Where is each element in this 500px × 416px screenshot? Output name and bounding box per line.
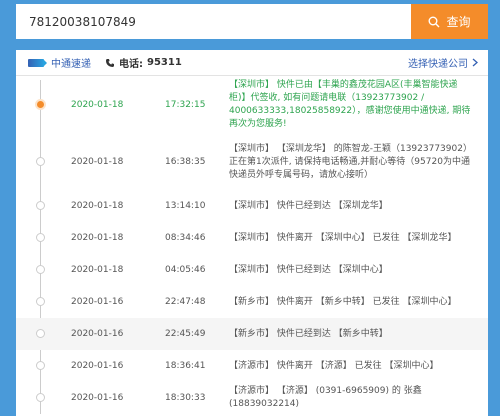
tracking-number-input[interactable] [16, 4, 411, 39]
event-description: 【新乡市】 快件离开 【新乡中转】 已发往 【深圳中心】 [229, 296, 457, 307]
search-button-label: 查询 [446, 15, 471, 29]
event-date: 2020-01-18 [71, 233, 124, 243]
timeline-dot [36, 157, 45, 166]
event-description: 【深圳市】 快件已经到达 【深圳龙华】 [229, 200, 388, 211]
search-button[interactable]: 查询 [411, 4, 488, 39]
event-date: 2020-01-18 [71, 201, 124, 211]
event-time: 18:30:33 [165, 393, 206, 403]
timeline-dot [36, 329, 45, 338]
event-date: 2020-01-18 [71, 265, 124, 275]
event-date: 2020-01-18 [71, 157, 124, 167]
timeline-dot-current [35, 99, 46, 110]
event-description: 【济源市】 【济源】 (0391-6965909) 的 张鑫 (18839032… [229, 386, 422, 409]
event-description: 【新乡市】 快件已经到达 【新乡中转】 [229, 328, 388, 339]
event-description: 【深圳市】 快件离开 【深圳中心】 已发往 【深圳龙华】 [229, 232, 457, 243]
event-time: 22:45:49 [165, 329, 206, 339]
event-description: 【深圳市】 快件已经到达 【深圳中心】 [229, 264, 388, 275]
event-description: 【济源市】 快件离开 【济源】 已发往 【深圳中心】 [229, 360, 439, 371]
tracking-timeline: 2020-01-18 17:32:15 【深圳市】 快件已由【丰巢的鑫茂花园A区… [16, 76, 488, 414]
timeline-row-5: 2020-01-16 22:47:48 【新乡市】 快件离开 【新乡中转】 已发… [16, 286, 488, 318]
carrier-logo: 中通速递 [28, 55, 91, 70]
event-time: 04:05:46 [165, 265, 206, 275]
phone-icon [106, 58, 114, 67]
event-time: 17:32:15 [165, 100, 206, 110]
timeline-row-3: 2020-01-18 08:34:46 【深圳市】 快件离开 【深圳中心】 已发… [16, 222, 488, 254]
timeline-dot [36, 393, 45, 402]
select-carrier-label: 选择快递公司 [408, 59, 468, 70]
event-description: 【深圳市】 快件已由【丰巢的鑫茂花园A区(丰巢智能快递柜)】代签收, 如有问题请… [229, 80, 471, 129]
event-date: 2020-01-16 [71, 329, 124, 339]
timeline-row-7: 2020-01-16 18:36:41 【济源市】 快件离开 【济源】 已发往 … [16, 350, 488, 382]
event-time: 18:36:41 [165, 361, 206, 371]
timeline-dot [36, 361, 45, 370]
event-date: 2020-01-16 [71, 361, 124, 371]
select-carrier-link[interactable]: 选择快递公司 [408, 55, 478, 70]
event-time: 16:38:35 [165, 157, 206, 167]
timeline-dot [36, 265, 45, 274]
zto-logo-icon [28, 58, 47, 67]
carrier-bar: 中通速递 电话: 95311 选择快递公司 [16, 50, 488, 76]
timeline-row-2: 2020-01-18 13:14:10 【深圳市】 快件已经到达 【深圳龙华】 [16, 190, 488, 222]
phone-number: 95311 [147, 57, 182, 68]
event-date: 2020-01-18 [71, 100, 124, 110]
timeline-row-8: 2020-01-16 18:30:33 【济源市】 【济源】 (0391-696… [16, 382, 488, 414]
event-time: 22:47:48 [165, 297, 206, 307]
event-time: 13:14:10 [165, 201, 206, 211]
timeline-dot [36, 297, 45, 306]
tracking-panel: 中通速递 电话: 95311 选择快递公司 2020-01-18 17:32:1… [16, 50, 488, 416]
event-time: 08:34:46 [165, 233, 206, 243]
timeline-row-0: 2020-01-18 17:32:15 【深圳市】 快件已由【丰巢的鑫茂花园A区… [16, 76, 488, 134]
timeline-dot [36, 201, 45, 210]
chevron-right-icon [472, 58, 478, 67]
phone-label: 电话: [119, 59, 143, 70]
timeline-dot [36, 233, 45, 242]
carrier-name: 中通速递 [51, 59, 91, 70]
timeline-row-1: 2020-01-18 16:38:35 【深圳市】 【深圳龙华】 的陈智龙-王颖… [16, 134, 488, 190]
event-date: 2020-01-16 [71, 297, 124, 307]
timeline-row-4: 2020-01-18 04:05:46 【深圳市】 快件已经到达 【深圳中心】 [16, 254, 488, 286]
carrier-phone: 电话: 95311 [105, 55, 182, 70]
timeline-row-6: 2020-01-16 22:45:49 【新乡市】 快件已经到达 【新乡中转】 [16, 318, 488, 350]
search-bar: 查询 [16, 4, 488, 39]
event-description: 【深圳市】 【深圳龙华】 的陈智龙-王颖（13923773902） 正在第1次派… [229, 143, 472, 180]
search-icon [428, 16, 440, 27]
event-date: 2020-01-16 [71, 393, 124, 403]
